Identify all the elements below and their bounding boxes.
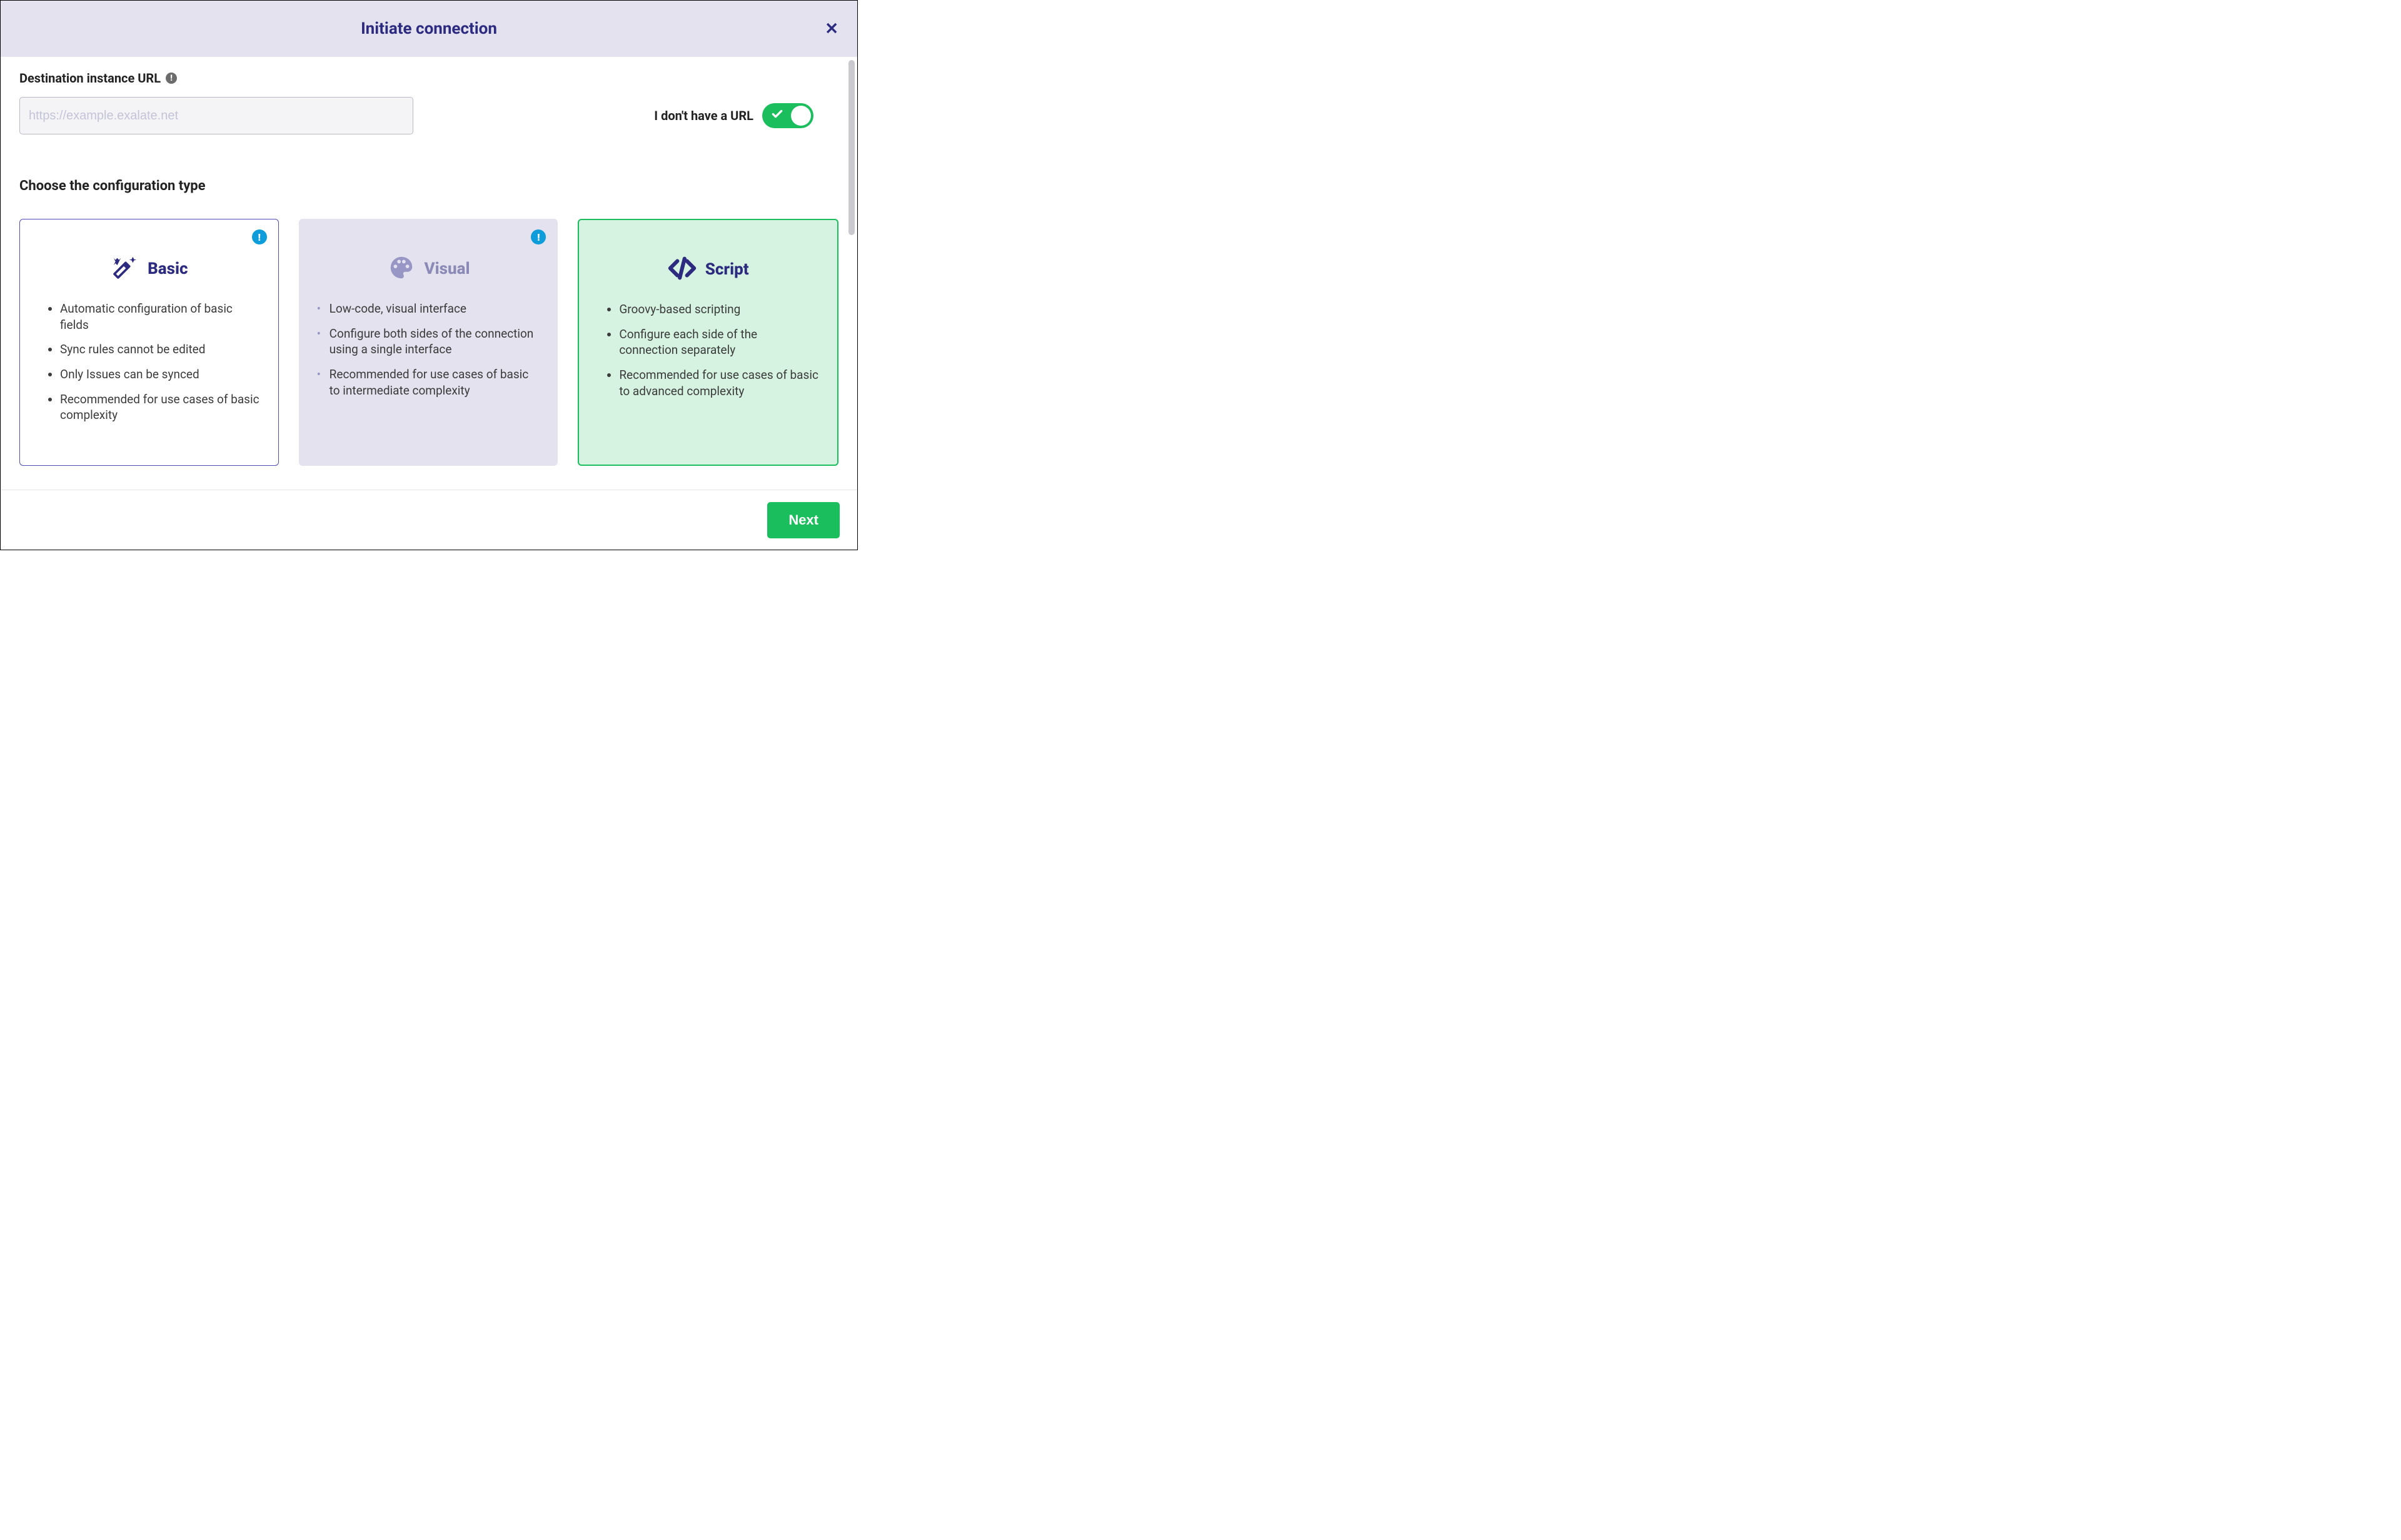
list-item: Low-code, visual interface — [330, 301, 539, 317]
config-card-basic[interactable]: ! Basic Automatic configuration of basic… — [19, 219, 279, 466]
info-icon[interactable]: ! — [252, 229, 267, 244]
card-head: Basic — [34, 253, 264, 284]
list-item: Groovy-based scripting — [619, 301, 818, 318]
destination-url-input[interactable] — [19, 97, 413, 134]
list-item: Configure each side of the connection se… — [619, 326, 818, 358]
destination-url-row: I don't have a URL — [19, 97, 838, 134]
card-bullet-list: Groovy-based scripting Configure each si… — [593, 301, 823, 399]
close-button[interactable]: ✕ — [825, 19, 838, 39]
card-bullet-list: Low-code, visual interface Configure bot… — [313, 301, 544, 398]
config-card-row: ! Basic Automatic configuration of basic… — [19, 219, 838, 466]
modal-header: Initiate connection ✕ — [1, 1, 857, 57]
list-item: Recommended for use cases of basic to ad… — [619, 367, 818, 399]
destination-url-label-row: Destination instance URL ! — [19, 71, 838, 86]
modal-footer: Next — [1, 490, 857, 550]
list-item: Recommended for use cases of basic to in… — [330, 366, 539, 398]
check-icon — [771, 108, 783, 124]
info-icon[interactable]: ! — [166, 73, 177, 84]
palette-icon — [387, 253, 416, 284]
card-title: Basic — [148, 259, 188, 278]
list-item: Sync rules cannot be edited — [60, 341, 259, 358]
list-item: Recommended for use cases of basic compl… — [60, 391, 259, 423]
list-item: Automatic configuration of basic fields — [60, 301, 259, 333]
no-url-toggle-group: I don't have a URL — [654, 103, 838, 128]
info-icon[interactable]: ! — [531, 229, 546, 244]
scrollbar[interactable] — [848, 60, 855, 473]
card-head: Script — [593, 254, 823, 285]
config-card-visual[interactable]: ! Visual Low-code, visual interface Conf… — [299, 219, 558, 466]
card-title: Visual — [425, 259, 470, 278]
destination-url-label: Destination instance URL — [19, 71, 161, 86]
wand-icon — [110, 253, 139, 284]
scrollbar-thumb[interactable] — [848, 60, 855, 235]
config-card-script[interactable]: Script Groovy-based scripting Configure … — [578, 219, 838, 466]
modal-body: Destination instance URL ! I don't have … — [1, 57, 857, 488]
next-button[interactable]: Next — [767, 502, 840, 538]
list-item: Only Issues can be synced — [60, 366, 259, 383]
toggle-knob — [791, 106, 811, 126]
list-item: Configure both sides of the connection u… — [330, 326, 539, 358]
no-url-label: I don't have a URL — [654, 108, 753, 123]
modal-title: Initiate connection — [361, 19, 497, 38]
card-head: Visual — [313, 253, 544, 284]
card-bullet-list: Automatic configuration of basic fields … — [34, 301, 264, 423]
no-url-toggle[interactable] — [762, 103, 813, 128]
card-title: Script — [705, 260, 749, 279]
config-type-heading: Choose the configuration type — [19, 178, 838, 194]
code-icon — [668, 254, 697, 285]
